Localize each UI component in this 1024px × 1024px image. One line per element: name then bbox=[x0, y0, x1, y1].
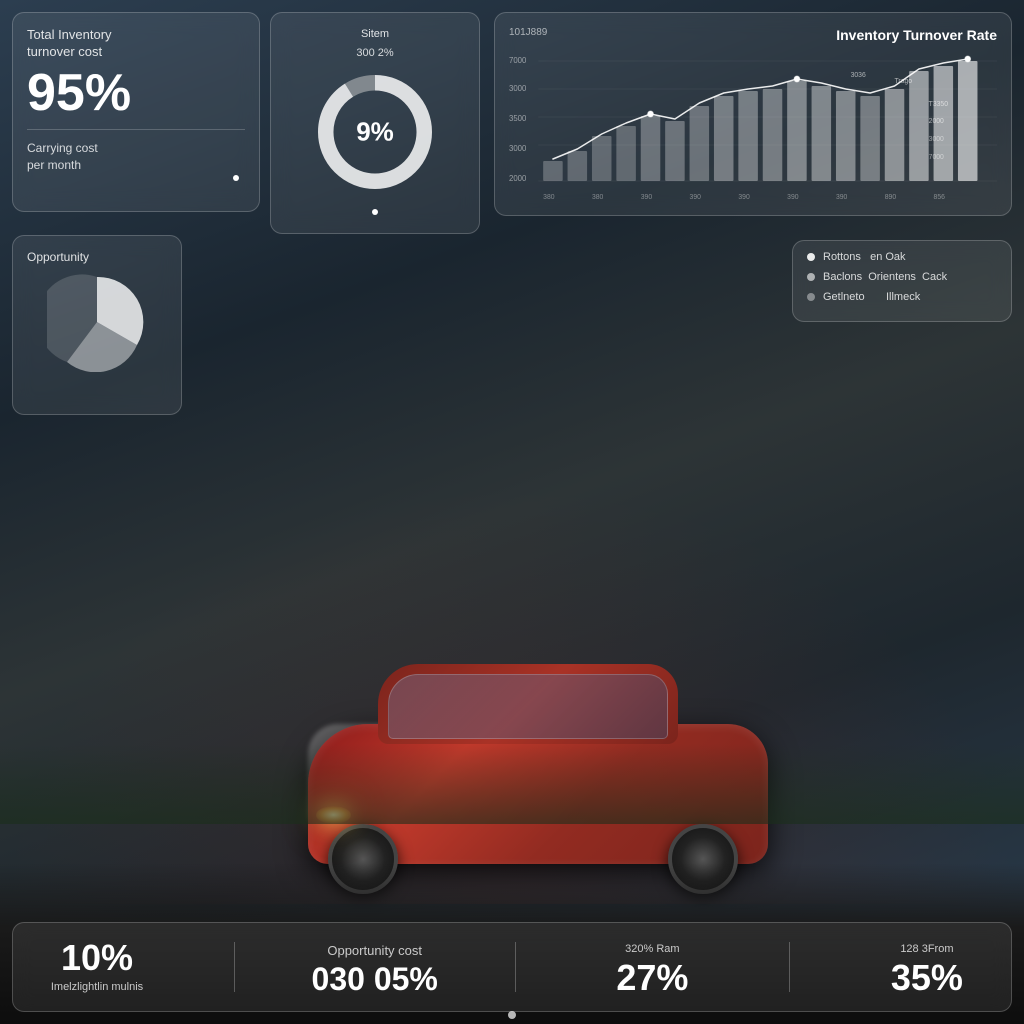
bottom-stat-1-label: Imelzlightlin mulnis bbox=[51, 980, 143, 994]
legend-dot-2 bbox=[807, 273, 815, 281]
pie-label: Opportunity bbox=[27, 250, 167, 264]
panel-donut: Sitem 300 2% 9% bbox=[270, 12, 480, 234]
donut-badge: 300 2% bbox=[356, 47, 393, 59]
legend-dot-1 bbox=[807, 253, 815, 261]
chart-title: Inventory Turnover Rate bbox=[836, 27, 997, 43]
chart-id: 101J889 bbox=[509, 27, 547, 38]
legend-item-2: Baclons Orientens Cack bbox=[807, 271, 997, 283]
bottom-stat-3-value: 27% bbox=[616, 960, 688, 996]
legend-label-1: Rottons en Oak bbox=[823, 251, 906, 263]
panel-pie: Opportunity bbox=[12, 235, 182, 415]
svg-text:380: 380 bbox=[592, 194, 604, 201]
carrying-cost-label: Carrying costper month bbox=[27, 140, 245, 174]
bottom-stat-2-value: 030 05% bbox=[312, 963, 438, 995]
chart-area: 7000 3000 3500 3000 2000 bbox=[509, 51, 997, 201]
bottom-stat-4-label: 128 3From bbox=[900, 942, 953, 956]
bottom-stat-1: 10% Imelzlightlin mulnis bbox=[37, 940, 157, 994]
legend-item-1: Rottons en Oak bbox=[807, 251, 997, 263]
svg-text:3500: 3500 bbox=[509, 114, 527, 123]
svg-text:390: 390 bbox=[836, 194, 848, 201]
divider-line bbox=[27, 129, 245, 130]
svg-text:390: 390 bbox=[690, 194, 702, 201]
legend-item-3: Getlneto Illmeck bbox=[807, 291, 997, 303]
chart-header: 101J889 Inventory Turnover Rate bbox=[509, 27, 997, 43]
bottom-stat-4: 128 3From 35% bbox=[867, 938, 987, 996]
bottom-stat-4-value: 35% bbox=[891, 960, 963, 996]
svg-text:2000: 2000 bbox=[509, 174, 527, 183]
panel-chart: 101J889 Inventory Turnover Rate 7000 300… bbox=[494, 12, 1012, 216]
bottom-divider-3 bbox=[789, 942, 790, 992]
bottom-panel-dot bbox=[508, 1011, 516, 1019]
svg-text:390: 390 bbox=[738, 194, 750, 201]
bottom-stat-1-value: 10% bbox=[61, 940, 133, 976]
legend-label-2: Baclons Orientens Cack bbox=[823, 271, 947, 283]
inventory-turnover-percent: 95% bbox=[27, 67, 245, 119]
bottom-stat-2-label: Opportunity cost bbox=[327, 943, 422, 960]
chart-svg: 7000 3000 3500 3000 2000 bbox=[509, 51, 997, 201]
panel-bottom: 10% Imelzlightlin mulnis Opportunity cos… bbox=[12, 922, 1012, 1012]
donut-chart: 9% bbox=[310, 67, 440, 197]
donut-panel-label: Sitem bbox=[361, 27, 389, 41]
svg-text:3000: 3000 bbox=[509, 84, 527, 93]
svg-text:7000: 7000 bbox=[509, 56, 527, 65]
donut-dot bbox=[372, 209, 378, 215]
svg-text:7000: 7000 bbox=[929, 154, 944, 161]
overlay: Total Inventory turnover cost 95% Carryi… bbox=[0, 0, 1024, 1024]
svg-text:390: 390 bbox=[641, 194, 653, 201]
svg-text:3036: 3036 bbox=[851, 72, 866, 79]
svg-text:856: 856 bbox=[934, 194, 946, 201]
svg-text:T3350: T3350 bbox=[929, 101, 949, 108]
svg-text:Trago: Trago bbox=[895, 78, 913, 85]
pie-chart bbox=[47, 272, 147, 372]
panel-top-left: Total Inventory turnover cost 95% Carryi… bbox=[12, 12, 260, 212]
panel-legend: Rottons en Oak Baclons Orientens Cack Ge… bbox=[792, 240, 1012, 322]
donut-center-percent: 9% bbox=[356, 117, 394, 148]
pie-svg bbox=[47, 272, 147, 372]
svg-text:890: 890 bbox=[885, 194, 897, 201]
svg-text:3000: 3000 bbox=[509, 144, 527, 153]
bottom-divider-1 bbox=[234, 942, 235, 992]
svg-text:390: 390 bbox=[787, 194, 799, 201]
indicator-dot bbox=[233, 175, 239, 181]
svg-text:3000: 3000 bbox=[929, 136, 944, 143]
legend-dot-3 bbox=[807, 293, 815, 301]
donut-center: 9% bbox=[356, 117, 394, 148]
svg-text:2000: 2000 bbox=[929, 118, 944, 125]
svg-text:380: 380 bbox=[543, 194, 555, 201]
bottom-divider-2 bbox=[515, 942, 516, 992]
bottom-stat-3: 320% Ram 27% bbox=[592, 938, 712, 996]
bottom-stat-2: Opportunity cost 030 05% bbox=[312, 939, 438, 996]
legend-label-3: Getlneto Illmeck bbox=[823, 291, 920, 303]
bottom-stat-3-label: 320% Ram bbox=[625, 942, 679, 956]
total-inventory-label: Total Inventory turnover cost bbox=[27, 27, 245, 61]
